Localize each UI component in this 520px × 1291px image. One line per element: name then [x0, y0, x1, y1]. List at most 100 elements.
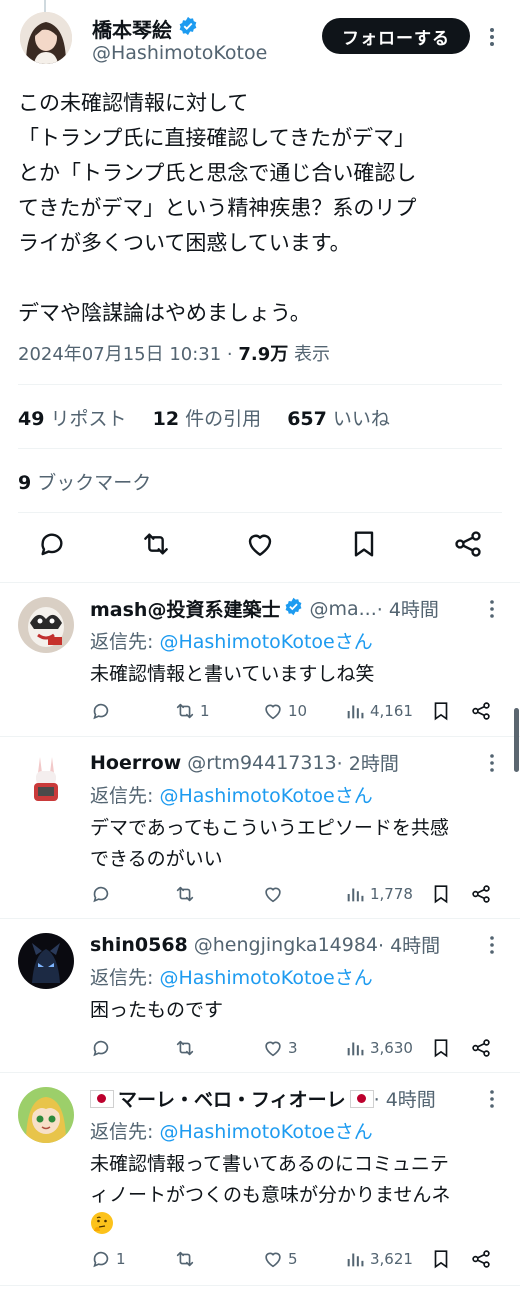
reply-action-bar: 1,778 — [0, 881, 520, 907]
follow-button[interactable]: フォローする — [322, 18, 470, 54]
reply-text: デマであってもこういうエピソードを共感 できるのがいい — [90, 817, 449, 870]
repost-icon[interactable] — [140, 528, 172, 560]
reply-icon[interactable] — [36, 528, 68, 560]
like-icon[interactable]: 10 — [262, 698, 307, 724]
author-handle[interactable]: @HashimotoKotoe — [92, 42, 267, 64]
bookmarks-count: 9 — [18, 472, 32, 494]
thinking-face-icon — [90, 1211, 114, 1235]
reply-icon[interactable] — [90, 1035, 116, 1061]
repost-icon[interactable] — [174, 1035, 200, 1061]
reply-to-link[interactable]: @HashimotoKotoeさん — [159, 785, 372, 807]
reply-icon[interactable] — [90, 698, 116, 724]
reply-time[interactable]: · 4時間 — [374, 1085, 436, 1112]
reply-item[interactable]: マーレ・ベロ・フィオーレ · 4時間 返信先: @HashimotoKotoeさ… — [0, 1073, 520, 1285]
reply-time[interactable]: · 4時間 — [378, 931, 440, 958]
reply-to-link[interactable]: @HashimotoKotoeさん — [159, 1121, 372, 1143]
post-stats: 49 リポスト 12 件の引用 657 いいね — [18, 404, 390, 431]
likes-stat[interactable]: 657 いいね — [287, 408, 390, 430]
reply-author-name[interactable]: マーレ・ベロ・フィオーレ — [90, 1085, 374, 1112]
reposts-label: リポスト — [44, 408, 127, 430]
reply-icon[interactable] — [90, 881, 116, 907]
share-icon[interactable] — [470, 1246, 492, 1272]
bookmark-icon[interactable] — [430, 1246, 452, 1272]
repost-icon[interactable] — [174, 881, 200, 907]
quotes-stat[interactable]: 12 件の引用 — [153, 408, 262, 430]
reply-to: 返信先: @HashimotoKotoeさん — [90, 631, 373, 653]
like-icon[interactable]: 3 — [262, 1035, 298, 1061]
reply-text: 未確認情報って書いてあるのにコミュニテ ィノートがつくのも意味が分かりませんネ — [90, 1153, 451, 1206]
reply-header: mash@投資系建築士 @ma... · 4時間 — [90, 595, 486, 622]
share-icon[interactable] — [470, 881, 492, 907]
views-icon[interactable]: 3,621 — [344, 1246, 413, 1272]
reply-handle[interactable]: @rtm94417313 — [187, 752, 336, 774]
likes-label: いいね — [326, 408, 390, 430]
reply-text: 困ったものです — [90, 999, 224, 1021]
repost-icon[interactable]: 1 — [174, 698, 210, 724]
more-options-icon[interactable] — [482, 751, 502, 775]
reply-action-bar: 3 3,630 — [0, 1035, 520, 1061]
like-icon[interactable] — [262, 881, 288, 907]
author-name[interactable]: 橋本琴絵 — [92, 14, 172, 43]
reply-avatar[interactable] — [18, 751, 74, 807]
reply-action-bar: 1 5 3,621 — [0, 1246, 520, 1272]
bookmark-icon[interactable] — [430, 881, 452, 907]
bookmark-icon[interactable] — [348, 528, 380, 560]
reply-author-name[interactable]: shin0568 — [90, 934, 188, 956]
reply-author-name[interactable]: Hoerrow — [90, 752, 181, 774]
repost-icon[interactable] — [174, 1246, 200, 1272]
reply-avatar[interactable] — [18, 933, 74, 989]
reply-avatar[interactable] — [18, 1087, 74, 1143]
share-icon[interactable] — [470, 698, 492, 724]
author-name-row[interactable]: 橋本琴絵 — [92, 14, 198, 43]
reply-author-name[interactable]: mash@投資系建築士 — [90, 595, 303, 622]
post-timestamp[interactable]: 2024年07月15日 10:31 · — [18, 344, 238, 365]
reply-action-bar: 1 10 4,161 — [0, 698, 520, 724]
reply-item[interactable]: Hoerrow @rtm94417313 · 2時間 返信先: @Hashimo… — [0, 737, 520, 918]
reply-header: shin0568 @hengjingka14984 · 4時間 — [90, 931, 486, 958]
share-icon[interactable] — [470, 1035, 492, 1061]
bookmark-icon[interactable] — [430, 1035, 452, 1061]
more-options-icon[interactable] — [482, 1087, 502, 1111]
divider — [18, 512, 502, 513]
reply-text: 未確認情報と書いていますしね笑 — [90, 663, 375, 685]
reply-time[interactable]: · 2時間 — [337, 749, 399, 776]
japan-flag-icon — [349, 1089, 374, 1108]
reply-avatar[interactable] — [18, 597, 74, 653]
likes-count: 657 — [287, 408, 327, 430]
bookmark-icon[interactable] — [430, 698, 452, 724]
views-icon[interactable]: 4,161 — [344, 698, 413, 724]
author-avatar[interactable] — [20, 12, 72, 64]
post-action-bar — [0, 528, 520, 568]
views-icon[interactable]: 1,778 — [344, 881, 413, 907]
reply-to: 返信先: @HashimotoKotoeさん — [90, 1121, 373, 1143]
post-meta: 2024年07月15日 10:31 · 7.9万 表示 — [18, 340, 330, 366]
more-options-icon[interactable] — [482, 22, 502, 52]
scrollbar-thumb[interactable] — [514, 708, 519, 772]
reply-icon[interactable]: 1 — [90, 1246, 126, 1272]
reply-header: Hoerrow @rtm94417313 · 2時間 — [90, 749, 486, 776]
reply-to-link[interactable]: @HashimotoKotoeさん — [159, 631, 372, 653]
verified-badge-icon — [178, 16, 198, 41]
bookmarks-stat[interactable]: 9 ブックマーク — [18, 468, 151, 495]
verified-badge-icon — [284, 597, 303, 621]
reply-handle[interactable]: @ma... — [309, 598, 376, 620]
quotes-label: 件の引用 — [179, 408, 262, 430]
more-options-icon[interactable] — [482, 597, 502, 621]
like-icon[interactable] — [244, 528, 276, 560]
reply-to: 返信先: @HashimotoKotoeさん — [90, 967, 373, 989]
like-icon[interactable]: 5 — [262, 1246, 298, 1272]
reply-item[interactable]: mash@投資系建築士 @ma... · 4時間 返信先: @Hashimoto… — [0, 583, 520, 736]
reply-header: マーレ・ベロ・フィオーレ · 4時間 — [90, 1085, 486, 1112]
reply-time[interactable]: · 4時間 — [377, 595, 439, 622]
reposts-count: 49 — [18, 408, 45, 430]
share-icon[interactable] — [452, 528, 484, 560]
reply-handle[interactable]: @hengjingka14984 — [194, 934, 378, 956]
reply-item[interactable]: shin0568 @hengjingka14984 · 4時間 返信先: @Ha… — [0, 919, 520, 1072]
quotes-count: 12 — [152, 408, 180, 430]
more-options-icon[interactable] — [482, 933, 502, 957]
post-views-count: 7.9万 — [238, 344, 289, 365]
reposts-stat[interactable]: 49 リポスト — [18, 408, 127, 430]
views-icon[interactable]: 3,630 — [344, 1035, 413, 1061]
reply-to-link[interactable]: @HashimotoKotoeさん — [159, 967, 372, 989]
reply-to: 返信先: @HashimotoKotoeさん — [90, 785, 373, 807]
